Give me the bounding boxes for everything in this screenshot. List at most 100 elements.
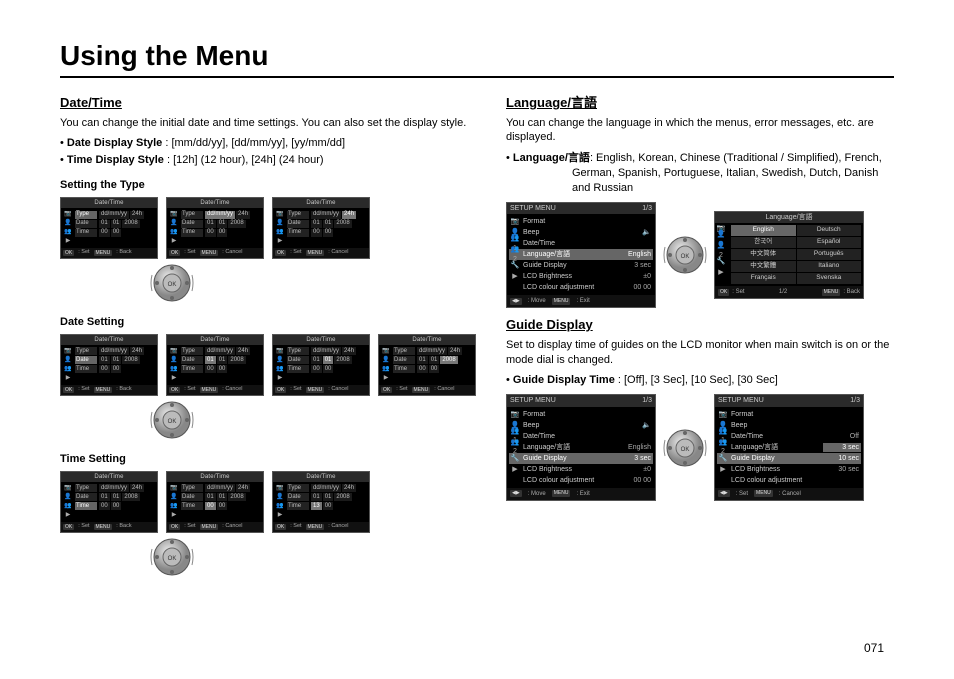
lcd-footer: OK: Set MENU: Cancel: [167, 248, 263, 258]
time-setting-row: Date/Time 📷 Type dd/mm/yy24h 👤 Date 0101…: [60, 471, 476, 533]
time-style-label: Time Display Style: [67, 154, 164, 166]
menu-row-label: Language/言語: [731, 443, 821, 452]
lcd-cell: 01: [205, 356, 216, 364]
lcd-cell: 01: [111, 220, 122, 228]
lcd-cell: dd/mm/yy: [311, 211, 341, 219]
ok-badge: OK: [275, 524, 286, 531]
lcd-cell: 24h: [236, 484, 250, 492]
lcd-row-date: 👤 Date 01012008: [169, 219, 261, 228]
svg-text:OK: OK: [168, 556, 177, 562]
lcd-footer: OK: Set MENU: Back: [61, 385, 157, 395]
lcd-cell: dd/mm/yy: [99, 347, 129, 355]
set-label: : Set: [290, 523, 301, 530]
lcd-cell: 00: [417, 365, 428, 373]
menu-row-label: Beep: [523, 421, 613, 430]
lcd-row-icon: 👥: [63, 365, 73, 373]
lcd-cell: 00: [323, 365, 334, 373]
menu-row-icon: 📷: [509, 410, 521, 419]
menu-row-icon: 📷: [717, 410, 729, 419]
lcd-row-blank: ▶: [275, 511, 367, 520]
lcd-row-time: 👥 Time 1300: [275, 502, 367, 511]
lcd-row-blank: ▶: [63, 511, 155, 520]
lcd-footer: OK: Set MENU: Cancel: [167, 522, 263, 532]
lcd-cell: 01: [99, 493, 110, 501]
lcd-row-time: 👥 Time 0000: [63, 228, 155, 237]
menu-row: 👥2 Language/言語 English: [509, 249, 653, 260]
lcd-row-label: Type: [181, 347, 203, 355]
back-label: : Cancel: [222, 523, 242, 530]
menu-row-label: Format: [523, 217, 613, 226]
date-style-label: Date Display Style: [67, 137, 162, 149]
lcd-cell: 01: [99, 356, 110, 364]
back-label: : Back: [116, 249, 131, 256]
lcd-title: Date/Time: [167, 198, 263, 208]
lcd-row-time: 👥 Time 0000: [275, 228, 367, 237]
lcd-cell: dd/mm/yy: [99, 484, 129, 492]
menu-row-label: LCD colour adjustment: [731, 476, 821, 485]
language-option: Français: [731, 273, 796, 284]
menu-row-icon: ▶: [717, 465, 729, 474]
lcd-row-date: 👤 Date 01012008: [275, 219, 367, 228]
lcd-row-icon: 👥: [169, 228, 179, 236]
page-number: 071: [864, 641, 884, 655]
lcd-row-label: Date: [287, 220, 309, 228]
lcd-cell: 01: [417, 356, 428, 364]
menu-row: LCD colour adjustment: [717, 475, 861, 486]
lcd-row-icon: 👥: [169, 365, 179, 373]
lcd-row-type: 📷 Type dd/mm/yy24h: [63, 484, 155, 493]
lcd-row-icon: 📷: [63, 210, 73, 218]
lcd-row-values: dd/mm/yy24h: [311, 347, 367, 355]
back-label: : Back: [116, 523, 131, 530]
menu-row-label: LCD Brightness: [523, 272, 613, 281]
lcd-screen: Date/Time 📷 Type dd/mm/yy24h 👤 Date 0101…: [166, 334, 264, 396]
lcd-footer: OK: Set MENU: Cancel: [273, 248, 369, 258]
lcd-cell: 2008: [440, 356, 457, 364]
lcd-row-values: dd/mm/yy24h: [99, 211, 155, 219]
date-setting-heading: Date Setting: [60, 315, 476, 330]
lcd-cell: 2008: [228, 220, 245, 228]
lcd-row-label: Date: [181, 220, 203, 228]
menu-row: ▶ LCD Brightness30 sec: [717, 464, 861, 475]
menu-row-value: ±0: [615, 272, 653, 281]
lcd-row-icon: 👤: [63, 219, 73, 227]
lcd-row-blank: ▶: [275, 237, 367, 246]
menu-row-value: 3 sec: [615, 261, 653, 270]
menu-row: 👥2 Language/言語 English: [509, 442, 653, 453]
menu-row-icon: 🔧: [509, 454, 521, 463]
menu-row-label: Date/Time: [523, 432, 613, 441]
lcd-row-values: dd/mm/yy24h: [205, 211, 261, 219]
lcd-footer: OK: Set MENU: Back: [61, 248, 157, 258]
lcd-screen: Date/Time 📷 Type dd/mm/yy24h 👤 Date 0101…: [166, 471, 264, 533]
back-label: : Cancel: [328, 386, 348, 393]
setting-type-heading: Setting the Type: [60, 178, 476, 193]
lcd-title: Date/Time: [273, 198, 369, 208]
lcd-title: Date/Time: [167, 335, 263, 345]
time-setting-heading: Time Setting: [60, 452, 476, 467]
lcd-row-icon: 👥: [275, 228, 285, 236]
lcd-cell: dd/mm/yy: [205, 347, 235, 355]
lcd-row-type: 📷 Type dd/mm/yy24h: [275, 347, 367, 356]
lcd-row-icon: 📷: [275, 484, 285, 492]
language-option: 中文繁體: [731, 261, 796, 272]
date-style-values: : [mm/dd/yy], [dd/mm/yy], [yy/mm/dd]: [162, 137, 345, 149]
title-rule: [60, 76, 894, 78]
lcd-cell: 00: [111, 365, 122, 373]
lcd-cell: 01: [311, 493, 322, 501]
lcd-row-label: Time: [75, 229, 97, 237]
menu-row: 📷 Format: [509, 409, 653, 420]
menu-row-label: LCD colour adjustment: [523, 476, 613, 485]
lcd-row-date: 👤 Date 01012008: [169, 356, 261, 365]
lcd-cell: 00: [99, 502, 110, 510]
menu-row-label: Format: [731, 410, 821, 419]
lcd-row-icon: 👤: [169, 356, 179, 364]
lcd-row-blank: ▶: [275, 374, 367, 383]
lcd-row-time: 👥 Time 0000: [63, 365, 155, 374]
ok-badge: OK: [169, 524, 180, 531]
lcd-cell: 24h: [342, 211, 356, 219]
menu-badge: MENU: [822, 289, 841, 296]
menu-row-icon: ▶: [509, 272, 521, 281]
lcd-cell: 01: [323, 220, 334, 228]
lcd-row-label: Type: [75, 484, 97, 492]
lcd-row-label: Type: [181, 484, 203, 492]
lcd-row-icon: 👥: [275, 365, 285, 373]
